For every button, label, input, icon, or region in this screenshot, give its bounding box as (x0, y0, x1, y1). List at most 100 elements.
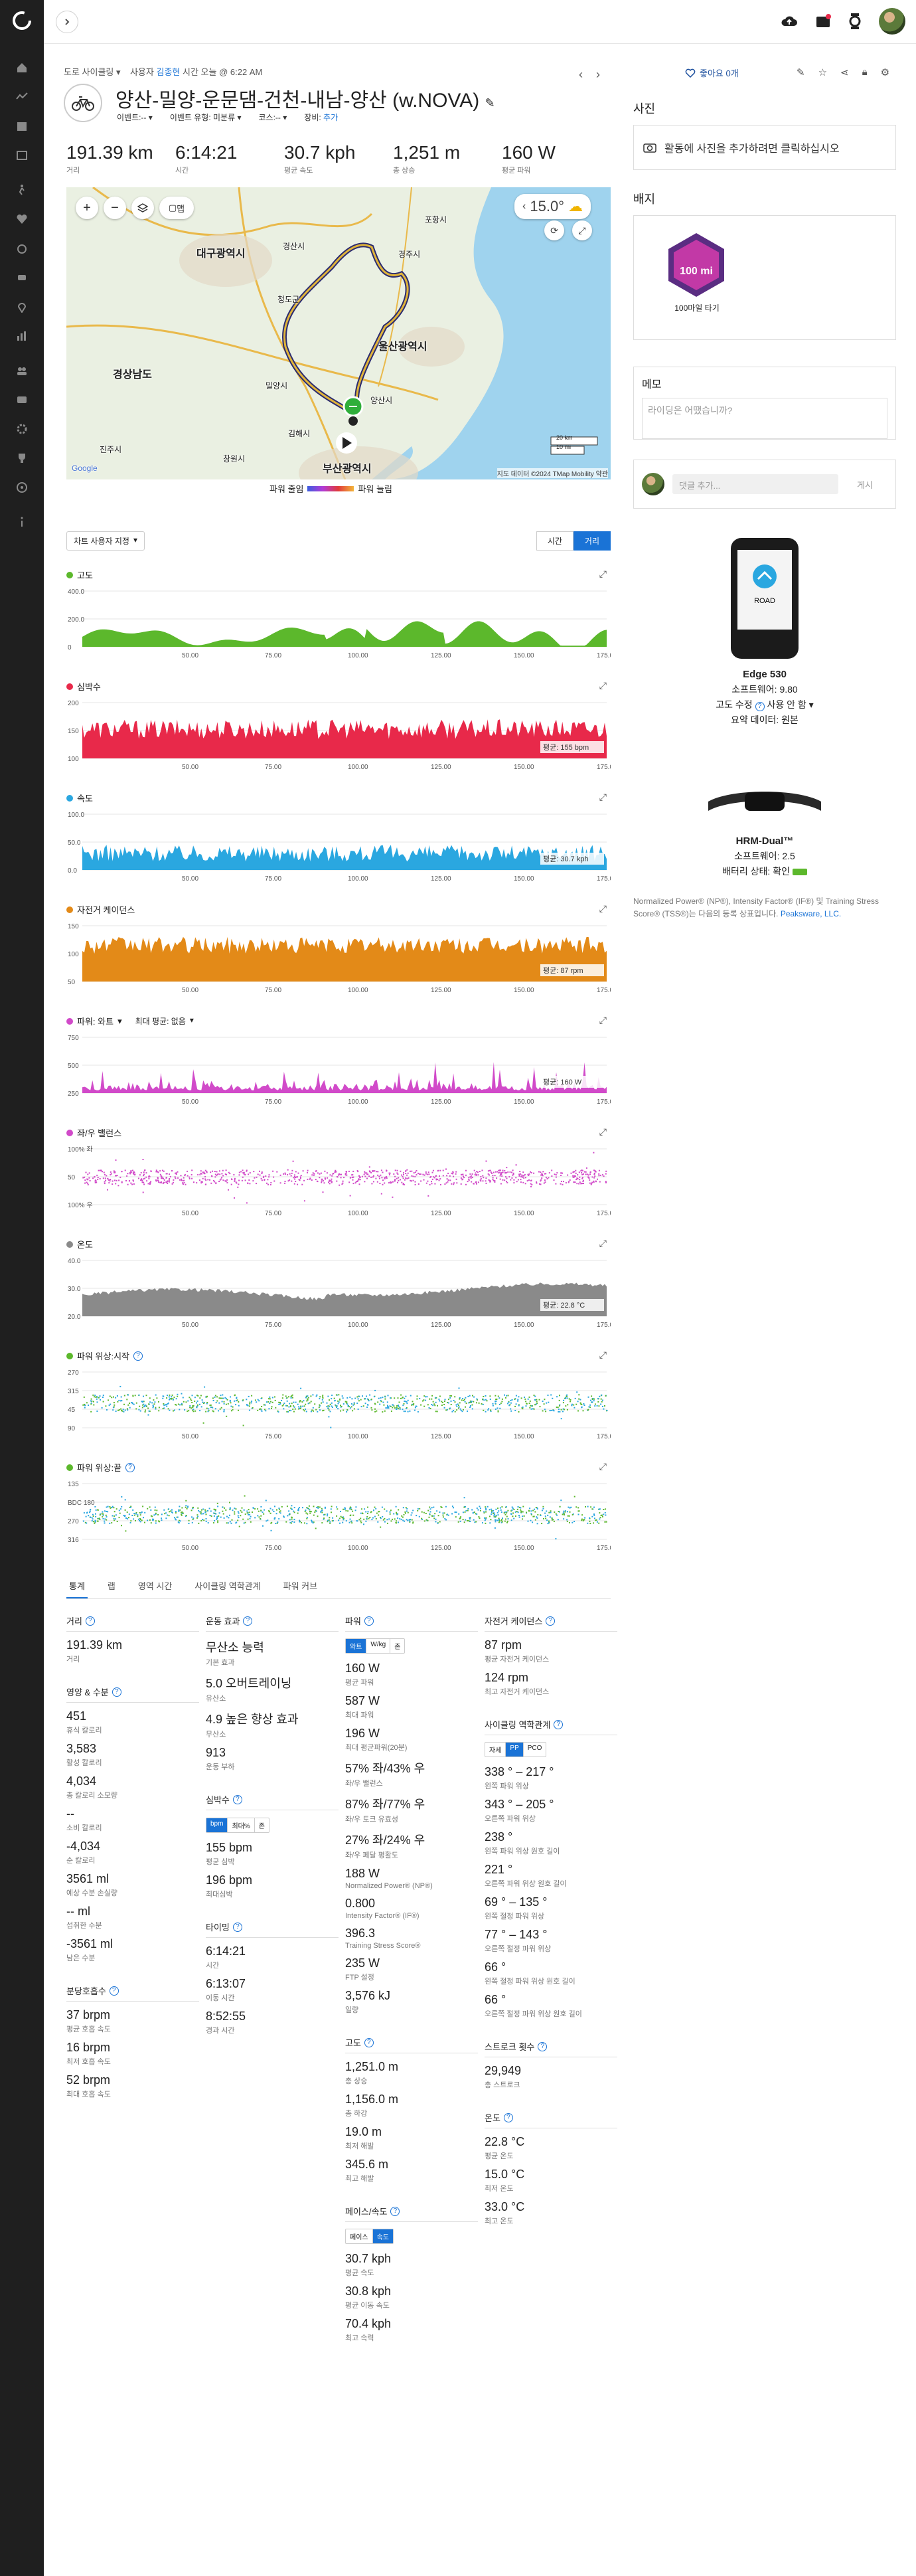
edit-icon[interactable]: ✎ (797, 66, 805, 78)
health-icon[interactable] (15, 213, 29, 226)
segment-option[interactable]: 존 (255, 1818, 269, 1832)
device-icon[interactable] (848, 13, 862, 29)
help-icon[interactable]: ? (546, 1616, 556, 1626)
chart-title[interactable]: 파워 위상:시작? (66, 1349, 143, 1362)
reports-icon[interactable] (15, 149, 29, 162)
garmin-connect-logo[interactable] (11, 9, 33, 32)
help-icon[interactable] (15, 481, 29, 494)
zoom-in-button[interactable]: + (76, 197, 98, 219)
help-icon[interactable]: ? (112, 1687, 121, 1697)
event-type-select[interactable]: 이벤트 유형: 미분류 ▾ (170, 112, 242, 123)
chart-title[interactable]: 파워 위상:끝? (66, 1461, 135, 1474)
chart-plot[interactable]: 100.050.00.050.00 75.00 100.00 125.00 150.00… (66, 809, 611, 882)
help-icon[interactable]: ? (125, 1462, 135, 1472)
segment-option[interactable]: 존 (390, 1639, 404, 1653)
layers-icon[interactable] (131, 197, 154, 219)
help-icon[interactable]: ? (390, 2206, 400, 2216)
map-attribution[interactable]: 지도 데이터 ©2024 TMap Mobility 약관 (496, 468, 608, 478)
chart-plot[interactable]: 270315459050.00 75.00 100.00 125.00 150.00 17… (66, 1367, 611, 1440)
expand-chart-icon[interactable]: ⤢ (599, 792, 607, 803)
chart-plot[interactable]: 75050025050.00 75.00 100.00 125.00 150.00 175… (66, 1032, 611, 1105)
activity-title[interactable]: 양산-밀양-운문댐-건천-내남-양산 (w.NOVA) ✎ (115, 84, 495, 113)
help-icon[interactable]: ? (85, 1616, 95, 1626)
settings-icon[interactable] (15, 422, 29, 436)
chart-title[interactable]: 온도 (66, 1238, 93, 1250)
add-gear-link[interactable]: 추가 (323, 113, 338, 122)
expand-sidebar-button[interactable] (56, 11, 78, 33)
stats-tab[interactable]: 영역 시간 (135, 1573, 175, 1598)
gear-icon[interactable]: ⚙ (881, 66, 889, 78)
segment-option[interactable]: bpm (206, 1818, 228, 1832)
help-icon[interactable]: ? (364, 1616, 374, 1626)
max-average-select[interactable]: 최대 평균: 없음 ▾ (135, 1015, 194, 1027)
segment-option[interactable]: 자세 (485, 1743, 506, 1757)
insights-icon[interactable] (15, 329, 29, 343)
segment-option[interactable]: 속도 (372, 2229, 394, 2243)
info-icon[interactable] (15, 515, 29, 529)
segment-option[interactable]: PCO (524, 1743, 546, 1757)
activities-icon[interactable] (15, 183, 29, 197)
calendar-icon[interactable] (15, 120, 29, 133)
previous-activity-icon[interactable]: ‹ (579, 68, 583, 82)
help-icon[interactable]: ? (232, 1794, 242, 1804)
help-icon[interactable]: ? (232, 1922, 242, 1932)
expand-chart-icon[interactable]: ⤢ (599, 568, 607, 580)
customize-charts-select[interactable]: 차트 사용자 지정 ▾ (66, 531, 145, 551)
expand-chart-icon[interactable]: ⤢ (599, 903, 607, 914)
help-icon[interactable]: ? (364, 2037, 374, 2047)
route-map[interactable]: + − ▢ 맵 ‹ 15.0° ☁ ⟳ ⤢ 대구광역시 경산시 경주시 울산광역… (66, 187, 611, 479)
segment-option[interactable]: 최대% (228, 1818, 255, 1832)
fullscreen-icon[interactable]: ⤢ (572, 220, 592, 240)
help-icon[interactable]: ? (538, 2041, 548, 2051)
chart-plot[interactable]: 100% 좌50100% 우50.00 75.00 100.00 125.00 150.… (66, 1144, 611, 1217)
trends-icon[interactable] (15, 90, 29, 104)
map-view-toggle[interactable]: ▢ 맵 (159, 197, 194, 219)
expand-chart-icon[interactable]: ⤢ (599, 1238, 607, 1249)
segment-option[interactable]: 와트 (346, 1639, 367, 1653)
help-icon[interactable]: ? (133, 1351, 143, 1361)
course-select[interactable]: 코스:-- ▾ (259, 112, 287, 123)
expand-chart-icon[interactable]: ⤢ (599, 680, 607, 691)
recenter-icon[interactable]: ⟳ (544, 220, 564, 240)
trophy-icon[interactable] (15, 452, 29, 465)
stats-tab[interactable]: 사이클링 역학관계 (192, 1573, 263, 1598)
groups-icon[interactable] (15, 393, 29, 406)
stats-tab[interactable]: 통계 (66, 1573, 88, 1598)
user-link[interactable]: 김종현 (156, 67, 180, 77)
segment-option[interactable]: W/kg (366, 1639, 391, 1653)
help-icon[interactable]: ? (554, 1719, 564, 1729)
chart-plot[interactable]: 400.0200.0050.00 75.00 100.00 125.00 150.00 1… (66, 586, 611, 659)
segment-option[interactable]: PP (506, 1743, 524, 1757)
chart-title[interactable]: 심박수 (66, 680, 101, 693)
help-icon[interactable]: ? (503, 2112, 513, 2122)
chart-title[interactable]: 자전거 케이던스 (66, 903, 135, 916)
chart-plot[interactable]: 20015010050.00 75.00 100.00 125.00 150.00 175… (66, 697, 611, 770)
chart-title[interactable]: 좌/우 밸런스 (66, 1126, 121, 1139)
next-activity-icon[interactable]: › (596, 68, 600, 82)
lock-icon[interactable]: 🔒︎ (862, 66, 868, 78)
distance-axis-button[interactable]: 거리 (573, 531, 611, 551)
home-icon[interactable] (15, 61, 29, 74)
stats-tab[interactable]: 랩 (105, 1573, 118, 1598)
star-icon[interactable]: ☆ (818, 66, 827, 78)
peaksware-link[interactable]: Peaksware, LLC. (781, 909, 841, 918)
zoom-out-button[interactable]: − (104, 197, 126, 219)
gear-icon[interactable] (15, 271, 29, 284)
expand-chart-icon[interactable]: ⤢ (599, 1461, 607, 1472)
avatar[interactable] (879, 8, 905, 35)
edit-title-icon[interactable]: ✎ (485, 96, 495, 110)
help-icon[interactable]: ? (109, 1986, 119, 1996)
activity-type-breadcrumb[interactable]: 도로 사이클링 (64, 67, 114, 77)
event-select[interactable]: 이벤트:-- ▾ (117, 112, 153, 123)
stats-tab[interactable]: 파워 커브 (281, 1573, 320, 1598)
training-icon[interactable] (15, 242, 29, 255)
time-axis-button[interactable]: 시간 (536, 531, 573, 551)
elevation-correction-value[interactable]: 사용 안 함 (767, 699, 806, 710)
share-icon[interactable]: ⋖ (840, 66, 849, 78)
upload-icon[interactable] (781, 14, 798, 29)
chart-title[interactable]: 파워: 와트 ▾ 최대 평균: 없음 ▾ (66, 1015, 194, 1027)
chart-plot[interactable]: 1501005050.00 75.00 100.00 125.00 150.00 175.… (66, 920, 611, 993)
help-icon[interactable]: ? (243, 1616, 253, 1626)
memo-input[interactable]: 라이딩은 어땠습니까? (642, 398, 887, 439)
connections-icon[interactable] (15, 364, 29, 377)
